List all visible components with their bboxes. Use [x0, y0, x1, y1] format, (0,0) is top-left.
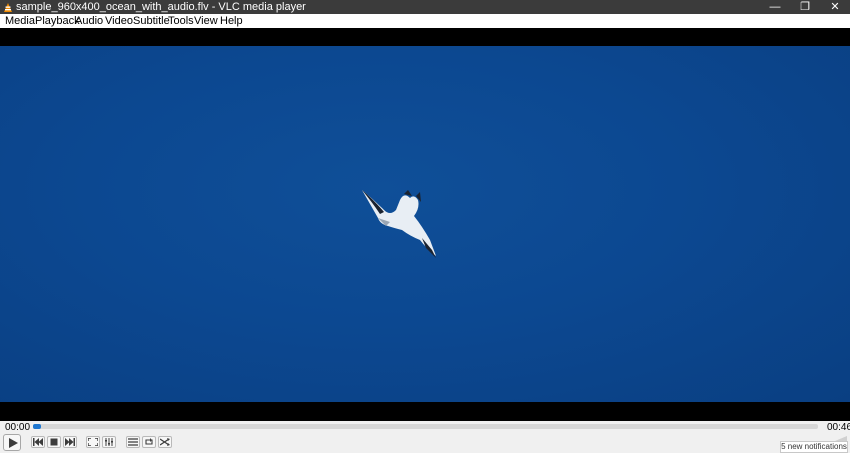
loop-button[interactable] [142, 436, 156, 448]
seek-progress [33, 424, 41, 429]
previous-button[interactable] [31, 436, 45, 448]
stop-button[interactable] [47, 436, 61, 448]
extended-settings-icon [105, 438, 113, 446]
menu-bar: Media Playback Audio Video Subtitle Tool… [0, 14, 850, 28]
close-button[interactable]: ✕ [820, 0, 850, 14]
next-icon [65, 438, 75, 446]
minimize-button[interactable]: — [760, 0, 790, 14]
menu-help[interactable]: Help [217, 14, 246, 28]
play-icon [9, 438, 18, 448]
stop-icon [50, 438, 58, 446]
playback-controls: 00:00 00:46 5 new notifications [0, 421, 850, 453]
vlc-cone-icon [3, 2, 13, 12]
fullscreen-icon [88, 438, 98, 446]
previous-icon [33, 438, 43, 446]
seabird-image [362, 190, 436, 258]
fullscreen-button[interactable] [86, 436, 100, 448]
playlist-button[interactable] [126, 436, 140, 448]
video-area[interactable] [0, 28, 850, 421]
shuffle-button[interactable] [158, 436, 172, 448]
window-title: sample_960x400_ocean_with_audio.flv - VL… [16, 1, 306, 13]
shuffle-icon [160, 438, 170, 446]
play-button[interactable] [3, 434, 21, 451]
playlist-icon [128, 438, 138, 446]
title-bar: sample_960x400_ocean_with_audio.flv - VL… [0, 0, 850, 14]
notification-toast[interactable]: 5 new notifications [780, 441, 848, 453]
maximize-button[interactable]: ❐ [790, 0, 820, 14]
next-button[interactable] [63, 436, 77, 448]
extended-settings-button[interactable] [102, 436, 116, 448]
total-time: 00:46 [827, 422, 850, 433]
seek-bar[interactable] [33, 424, 818, 429]
loop-icon [145, 438, 153, 445]
elapsed-time: 00:00 [5, 422, 31, 433]
video-frame [0, 46, 850, 402]
